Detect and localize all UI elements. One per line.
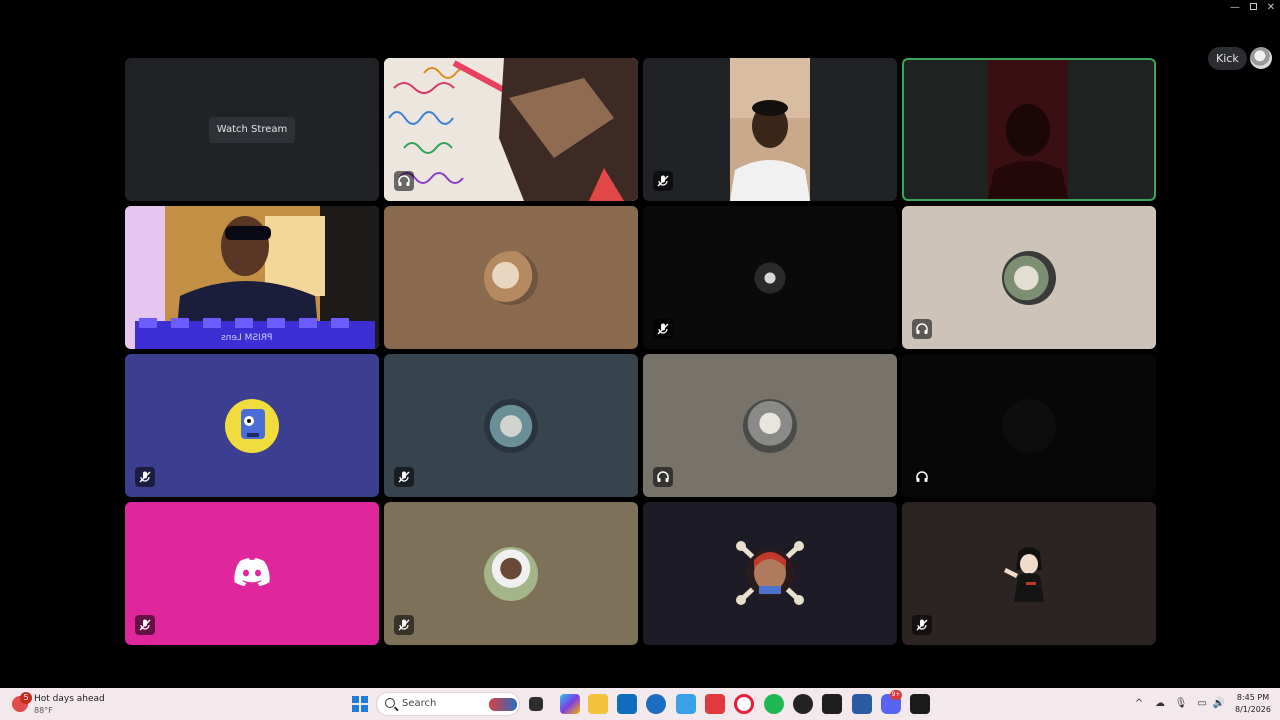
participant-tile-video[interactable] <box>384 58 638 201</box>
deafened-badge <box>912 467 932 487</box>
muted-badge <box>912 615 932 635</box>
task-view-icon[interactable] <box>529 697 543 711</box>
robot-avatar-icon <box>241 408 265 439</box>
headphones-icon <box>916 323 928 334</box>
discord-logo-icon <box>234 558 270 586</box>
deafened-badge <box>912 319 932 339</box>
start-button[interactable] <box>352 696 368 712</box>
obs-studio-icon[interactable] <box>793 694 813 714</box>
muted-badge <box>394 467 414 487</box>
taskbar-search[interactable]: Search <box>376 692 520 716</box>
participant-tile-avatar[interactable] <box>902 206 1156 349</box>
cloud-icon[interactable]: ☁ <box>1153 697 1167 711</box>
network-icon[interactable]: ▭ <box>1195 697 1209 711</box>
participant-avatar <box>743 250 797 305</box>
participant-avatar <box>484 398 538 453</box>
clock-time: 8:45 PM <box>1236 693 1270 702</box>
close-button[interactable]: ✕ <box>1260 2 1280 14</box>
muted-badge <box>135 467 155 487</box>
widgets-app-icon[interactable] <box>560 694 580 714</box>
search-highlight-icon <box>489 698 517 711</box>
windows-logo-icon <box>361 696 368 703</box>
window-titlebar: — ✕ <box>0 0 1280 16</box>
windows-logo-icon <box>352 705 359 712</box>
file-explorer-icon[interactable] <box>588 694 608 714</box>
app-window: — ✕ Kick Watch Stream PRISM Lens 5 Hot d… <box>0 0 1280 720</box>
app-launcher-icon[interactable] <box>822 694 842 714</box>
participant-tile-camera[interactable]: PRISM Lens <box>125 206 379 349</box>
taskbar: 5 Hot days ahead 88°F Search 9+ ^ ☁ 🎙 ▭ <box>0 688 1280 720</box>
muted-badge <box>135 615 155 635</box>
microphone-muted-icon <box>398 471 410 483</box>
clock-date: 8/1/2026 <box>1235 705 1271 714</box>
facebook-app-icon[interactable] <box>676 694 696 714</box>
muted-badge <box>653 171 673 191</box>
microphone-muted-icon <box>657 323 669 335</box>
participant-avatar <box>743 398 797 453</box>
headphones-icon <box>916 471 928 482</box>
watch-stream-button[interactable]: Watch Stream <box>209 117 295 143</box>
participant-video <box>125 206 379 349</box>
participant-tile-avatar[interactable] <box>125 354 379 497</box>
participant-tile-avatar[interactable] <box>384 354 638 497</box>
participant-video <box>730 58 810 201</box>
participant-video <box>384 58 638 201</box>
microphone-muted-icon <box>657 175 669 187</box>
participant-avatar <box>1002 398 1056 453</box>
headphones-icon <box>657 471 669 482</box>
microphone-muted-icon <box>139 471 151 483</box>
microphone-muted-icon <box>916 619 928 631</box>
participant-tile-avatar[interactable] <box>643 206 897 349</box>
anime-avatar-icon <box>1004 547 1044 602</box>
weather-temperature: 88°F <box>34 706 53 715</box>
outlook-icon[interactable] <box>646 694 666 714</box>
audio-visualizer-icon[interactable] <box>910 694 930 714</box>
search-label: Search <box>402 698 437 709</box>
tray-overflow-chevron-icon[interactable]: ^ <box>1132 697 1146 711</box>
camera-effect-caption: PRISM Lens <box>221 333 273 343</box>
deafened-badge <box>653 467 673 487</box>
user-avatar[interactable] <box>1250 47 1272 69</box>
participant-tile-avatar[interactable] <box>384 502 638 645</box>
taskbar-clock[interactable]: 8:45 PM 8/1/2026 <box>1230 692 1276 716</box>
discord-notification-badge: 9+ <box>890 690 902 700</box>
participant-avatar <box>225 398 279 453</box>
participant-video <box>988 60 1068 199</box>
participant-tile-avatar[interactable] <box>643 502 897 645</box>
microphone-muted-icon <box>398 619 410 631</box>
maximize-icon <box>1249 3 1257 10</box>
participant-tile-avatar[interactable] <box>125 502 379 645</box>
game-launcher-icon[interactable] <box>705 694 725 714</box>
participant-avatar <box>1002 250 1056 305</box>
stream-tile[interactable]: Watch Stream <box>125 58 379 201</box>
volume-icon[interactable]: 🔊 <box>1212 697 1226 711</box>
deafened-badge <box>394 171 414 191</box>
spotify-icon[interactable] <box>764 694 784 714</box>
participant-tile-video[interactable] <box>643 58 897 201</box>
opera-gx-icon[interactable] <box>734 694 754 714</box>
microsoft-store-icon[interactable] <box>617 694 637 714</box>
participant-tile-avatar[interactable] <box>384 206 638 349</box>
participant-grid: Watch Stream PRISM Lens <box>125 58 1156 645</box>
windows-logo-icon <box>352 696 359 703</box>
participant-avatar <box>484 546 538 601</box>
weather-title: Hot days ahead <box>34 694 105 704</box>
microphone-icon[interactable]: 🎙 <box>1174 697 1188 711</box>
participant-tile-video[interactable] <box>902 58 1156 201</box>
photos-app-icon[interactable] <box>852 694 872 714</box>
microphone-muted-icon <box>139 619 151 631</box>
participant-tile-avatar[interactable] <box>902 354 1156 497</box>
participant-tile-avatar[interactable] <box>643 354 897 497</box>
weather-alert-badge: 5 <box>20 692 32 704</box>
kick-button[interactable]: Kick <box>1208 47 1247 70</box>
muted-badge <box>394 615 414 635</box>
windows-logo-icon <box>361 705 368 712</box>
participant-avatar <box>484 250 538 305</box>
headphones-icon <box>398 175 410 186</box>
muted-badge <box>653 319 673 339</box>
skull-crossbones-avatar-icon <box>736 541 804 605</box>
participant-tile-avatar[interactable] <box>902 502 1156 645</box>
search-icon <box>385 698 395 708</box>
